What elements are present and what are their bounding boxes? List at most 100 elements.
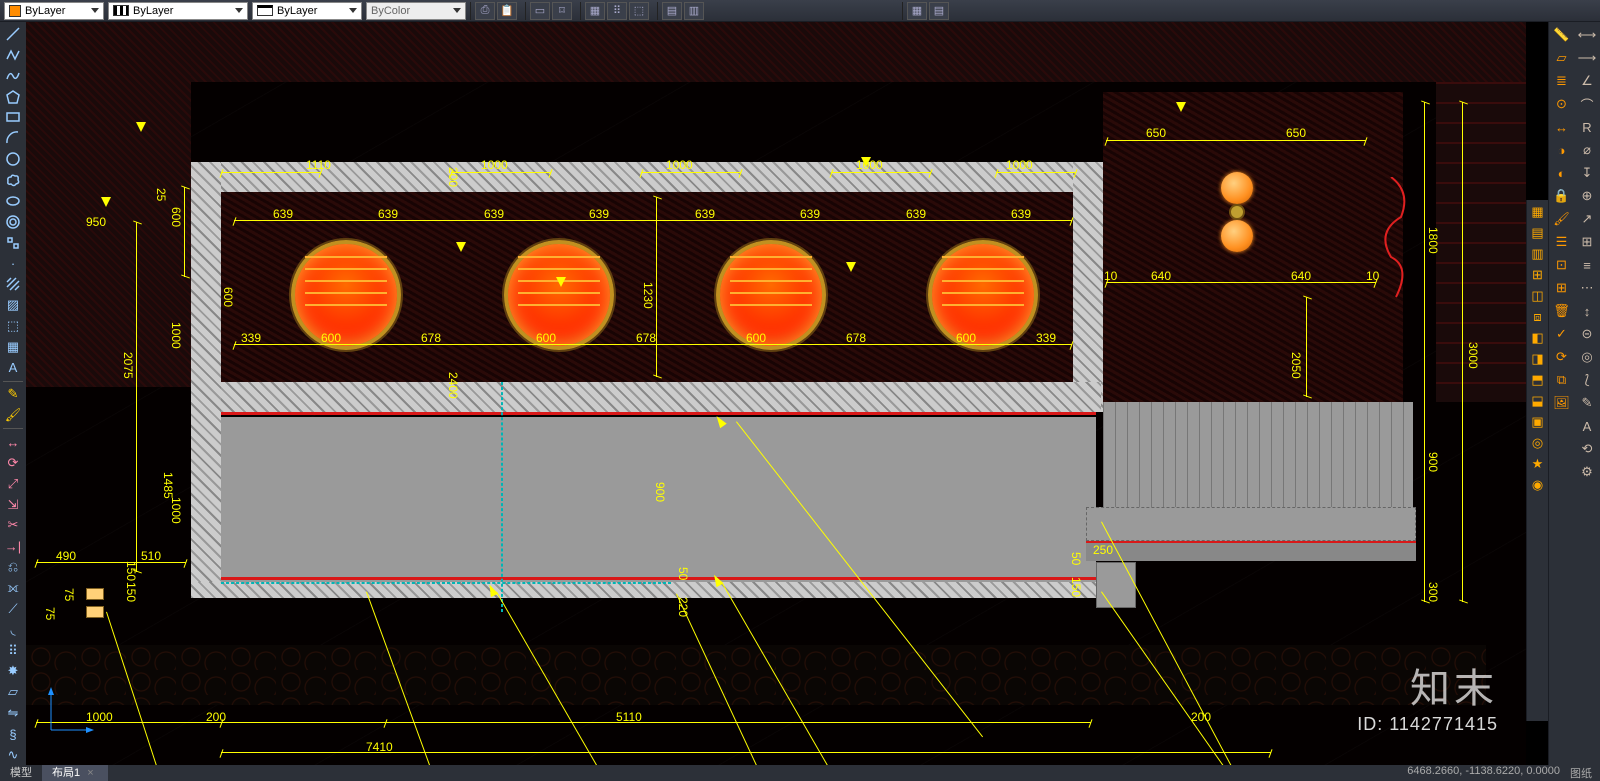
line-tool[interactable] [2,24,24,44]
array-tool[interactable]: ⠿ [2,641,24,661]
audit-tool[interactable]: ✓ [1551,323,1573,345]
close-icon[interactable]: × [83,767,97,779]
leader-tool[interactable]: ↗ [1576,208,1598,230]
angular-dim-tool[interactable]: ∠ [1576,70,1598,92]
chamfer-tool[interactable]: ⟋ [2,599,24,619]
drawing-canvas[interactable]: 1110 1000 1000 200 1000 1000 639 639 639… [26,22,1526,765]
fillet-tool[interactable]: ◟ [2,620,24,640]
thumb-layout-icon[interactable]: ▦ [907,2,927,20]
layer-iso-tool[interactable]: ◐ [1551,162,1573,184]
diameter-dim-tool[interactable]: ⌀ [1576,139,1598,161]
rectangle-tool[interactable] [2,107,24,127]
explode-tool[interactable]: ✸ [2,662,24,682]
dim-break-tool[interactable]: ⊝ [1576,323,1598,345]
tab-model[interactable]: 模型 [0,765,42,781]
et-4[interactable]: ⊞ [1529,265,1547,285]
tab-layout1[interactable]: 布局1 × [42,765,108,781]
trim-tool[interactable]: ✂ [2,516,24,536]
continue-dim-tool[interactable]: ⋯ [1576,277,1598,299]
ellipse-tool[interactable] [2,191,24,211]
et-14[interactable]: ◉ [1529,475,1547,495]
dim-style-tool[interactable]: ⚙ [1576,461,1598,483]
align-icon[interactable]: ▭ [530,2,550,20]
list-layout-icon[interactable]: ▤ [929,2,949,20]
et-5[interactable]: ◫ [1529,286,1547,306]
clipboard-icon[interactable]: 📋 [497,2,517,20]
et-13[interactable]: ★ [1529,454,1547,474]
donut-tool[interactable] [2,212,24,232]
mirror-tool[interactable]: ⇋ [2,703,24,723]
polyline-tool[interactable] [2,45,24,65]
radius-dim-tool[interactable]: R [1576,116,1598,138]
print-icon[interactable]: ⎙ [475,2,495,20]
lineweight-dropdown[interactable]: ByLayer [252,2,362,20]
qselect-tool[interactable]: ⊡ [1551,254,1573,276]
scale-tool[interactable]: ⤢ [2,474,24,494]
layer-color-dropdown[interactable]: ByLayer [4,2,104,20]
linear-dim-tool[interactable]: ⟷ [1576,24,1598,46]
aligned-dim-tool[interactable]: ⟶ [1576,47,1598,69]
point-tool[interactable]: · [2,253,24,273]
blend-tool[interactable]: ∿ [2,745,24,765]
et-3[interactable]: ▥ [1529,244,1547,264]
inspect-tool[interactable]: ◎ [1576,346,1598,368]
offset-tool[interactable]: ▱ [2,682,24,702]
calc-tool[interactable]: ⊞ [1551,277,1573,299]
spline-tool[interactable] [2,66,24,86]
grid2-icon[interactable]: ⠿ [607,2,627,20]
jog-tool[interactable]: ⟅ [1576,369,1598,391]
et-6[interactable]: ⧈ [1529,307,1547,327]
et-11[interactable]: ▣ [1529,412,1547,432]
arc-tool[interactable] [2,128,24,148]
extend-tool[interactable]: →| [2,536,24,556]
ordinate-dim-tool[interactable]: ↧ [1576,162,1598,184]
baseline-dim-tool[interactable]: ≡ [1576,254,1598,276]
measure-tool[interactable]: 📏 [1551,24,1573,46]
props-tool[interactable]: ☰ [1551,231,1573,253]
et-7[interactable]: ◧ [1529,328,1547,348]
et-9[interactable]: ⬒ [1529,370,1547,390]
layer-lock-tool[interactable]: 🔒 [1551,185,1573,207]
layer-off-tool[interactable]: ◑ [1551,139,1573,161]
polygon-tool[interactable] [2,87,24,107]
select-icon[interactable]: ⬚ [629,2,649,20]
dim-text-tool[interactable]: A [1576,415,1598,437]
circle-tool[interactable] [2,149,24,169]
dim-edit-tool[interactable]: ✎ [1576,392,1598,414]
tolerance-tool[interactable]: ⊞ [1576,231,1598,253]
dim-update-tool[interactable]: ⟲ [1576,438,1598,460]
plot-style-dropdown[interactable]: ByColor [366,2,466,20]
linetype-dropdown[interactable]: ByLayer [108,2,248,20]
et-8[interactable]: ◨ [1529,349,1547,369]
rotate-tool[interactable]: ⟳ [2,453,24,473]
helix-tool[interactable]: § [2,724,24,744]
hatch-tool[interactable] [2,274,24,294]
recover-tool[interactable]: ⟳ [1551,346,1573,368]
brush-tool[interactable]: 🖌 [2,405,24,425]
image-tool[interactable]: 🖼 [1551,392,1573,414]
matchprop-tool[interactable]: 🖌 [1551,208,1573,230]
move-tool[interactable]: ↔ [2,432,24,452]
revcloud-tool[interactable] [2,170,24,190]
center-mark-tool[interactable]: ⊕ [1576,185,1598,207]
mtext-tool[interactable]: A [2,358,24,378]
join-tool[interactable]: ⟗ [2,578,24,598]
purge-tool[interactable]: 🗑 [1551,300,1573,322]
xref-tool[interactable]: ⧉ [1551,369,1573,391]
table-tool[interactable]: ▦ [2,337,24,357]
area-tool[interactable]: ▱ [1551,47,1573,69]
pencil-tool[interactable]: ✎ [2,385,24,405]
et-12[interactable]: ◎ [1529,433,1547,453]
layer-walk-icon[interactable]: ▤ [662,2,682,20]
block-tool[interactable] [2,233,24,253]
gradient-tool[interactable]: ▨ [2,295,24,315]
list-tool[interactable]: ≣ [1551,70,1573,92]
dim-space-tool[interactable]: ↕ [1576,300,1598,322]
stretch-tool[interactable]: ⇲ [2,495,24,515]
grid-icon[interactable]: ▦ [585,2,605,20]
distance-tool[interactable]: ↔ [1551,116,1573,138]
layer-tool-icon[interactable]: ▥ [684,2,704,20]
et-1[interactable]: ▦ [1529,202,1547,222]
region-tool[interactable]: ⬚ [2,316,24,336]
et-10[interactable]: ⬓ [1529,391,1547,411]
